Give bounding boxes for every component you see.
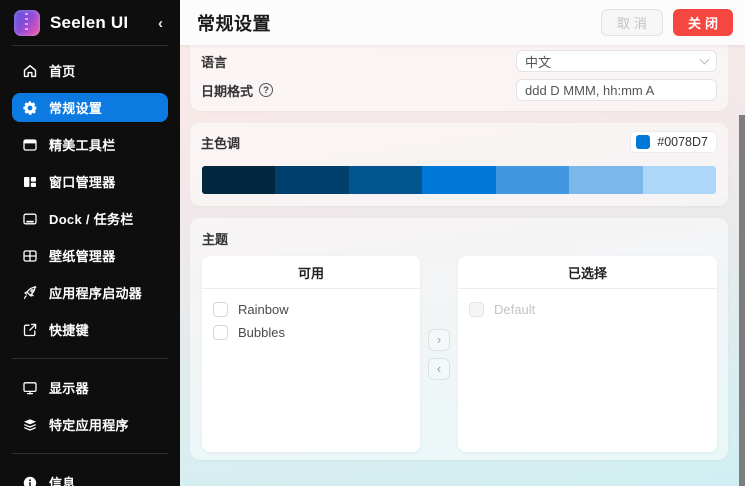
sidebar-item-home[interactable]: 首页 xyxy=(12,56,168,85)
available-panel-title: 可用 xyxy=(202,256,420,289)
date-format-label-text: 日期格式 xyxy=(201,81,253,100)
available-panel-body: Rainbow Bubbles xyxy=(202,289,420,452)
sidebar-item-label: 信息 xyxy=(49,473,76,486)
sidebar-divider xyxy=(12,358,168,359)
palette-swatch[interactable] xyxy=(349,166,422,194)
sidebar-divider xyxy=(12,453,168,454)
language-select[interactable]: 中文 xyxy=(516,50,717,72)
sidebar-item-general-settings[interactable]: 常规设置 xyxy=(12,93,168,122)
date-format-value: ddd D MMM, hh:mm A xyxy=(525,83,708,98)
sidebar-item-label: 常规设置 xyxy=(49,98,102,117)
sidebar-item-information[interactable]: 信息 xyxy=(12,468,168,486)
sidebar-item-label: 应用程序启动器 xyxy=(49,283,142,302)
accent-color-swatch xyxy=(636,135,650,149)
theme-item-label: Bubbles xyxy=(238,325,285,340)
theme-item-label: Rainbow xyxy=(238,302,289,317)
language-selected-value: 中文 xyxy=(525,52,701,71)
help-icon[interactable]: ? xyxy=(259,83,273,97)
sidebar-item-shortcuts[interactable]: 快捷键 xyxy=(12,315,168,344)
palette-swatch[interactable] xyxy=(422,166,495,194)
selected-themes-panel: 已选择 Default xyxy=(458,256,717,452)
theme-item-label: Default xyxy=(494,302,535,317)
checkbox-icon xyxy=(469,302,484,317)
date-format-label: 日期格式 ? xyxy=(201,81,516,100)
sidebar-item-label: 快捷键 xyxy=(49,320,89,339)
palette-swatch[interactable] xyxy=(275,166,348,194)
transfer-buttons: › ‹ xyxy=(420,256,458,452)
theme-item-rainbow[interactable]: Rainbow xyxy=(213,298,409,320)
sidebar-item-monitors[interactable]: 显示器 xyxy=(12,373,168,402)
accent-color-label: 主色调 xyxy=(201,133,630,152)
monitor-icon xyxy=(22,380,38,396)
sidebar-divider xyxy=(12,45,168,46)
move-left-button[interactable]: ‹ xyxy=(428,358,450,380)
sidebar-header: Seelen UI ‹ xyxy=(12,10,168,36)
seelen-logo-icon xyxy=(14,10,40,36)
accent-color-group: 主色调 #0078D7 xyxy=(190,123,728,206)
sidebar-nav: 首页 常规设置 精美工具栏 窗口管理器 xyxy=(12,56,168,486)
accent-palette-bar xyxy=(202,166,716,194)
shortcut-icon xyxy=(22,322,38,338)
selected-panel-title: 已选择 xyxy=(458,256,717,289)
sidebar: Seelen UI ‹ 首页 常规设置 精美工具栏 xyxy=(0,0,180,486)
language-label: 语言 xyxy=(201,52,516,71)
available-themes-panel: 可用 Rainbow Bubbles xyxy=(202,256,420,452)
toolbar-icon xyxy=(22,137,38,153)
sidebar-item-label: 窗口管理器 xyxy=(49,172,116,191)
sidebar-item-label: 特定应用程序 xyxy=(49,415,129,434)
wallpaper-icon xyxy=(22,248,38,264)
sidebar-item-toolbar[interactable]: 精美工具栏 xyxy=(12,130,168,159)
collapse-sidebar-icon[interactable]: ‹ xyxy=(155,15,166,32)
sidebar-item-app-specific[interactable]: 特定应用程序 xyxy=(12,410,168,439)
theme-label: 主题 xyxy=(202,229,717,249)
close-button[interactable]: 关闭 xyxy=(673,9,733,36)
sidebar-item-label: 首页 xyxy=(49,61,76,80)
palette-swatch[interactable] xyxy=(202,166,275,194)
sidebar-item-label: 显示器 xyxy=(49,378,89,397)
accent-color-hex: #0078D7 xyxy=(657,135,708,149)
cancel-button[interactable]: 取消 xyxy=(601,9,663,36)
sidebar-item-dock-taskbar[interactable]: Dock / 任务栏 xyxy=(12,204,168,233)
main-area: 常规设置 取消 关闭 语言 中文 日期格式 ? xyxy=(180,0,745,486)
general-settings-group: 语言 中文 日期格式 ? ddd D MMM, hh:mm A xyxy=(190,45,728,111)
theme-item-bubbles[interactable]: Bubbles xyxy=(213,321,409,343)
palette-swatch[interactable] xyxy=(569,166,642,194)
seelen-ui-window: Seelen UI ‹ 首页 常规设置 精美工具栏 xyxy=(0,0,745,486)
language-row: 语言 中文 xyxy=(201,50,717,72)
selected-panel-body: Default xyxy=(458,289,717,452)
checkbox-icon[interactable] xyxy=(213,302,228,317)
dock-icon xyxy=(22,211,38,227)
theme-transfer: 可用 Rainbow Bubbles xyxy=(201,256,717,452)
page-title: 常规设置 xyxy=(197,10,601,36)
rocket-icon xyxy=(22,285,38,301)
page-header: 常规设置 取消 关闭 xyxy=(180,0,745,45)
sidebar-item-window-manager[interactable]: 窗口管理器 xyxy=(12,167,168,196)
checkbox-icon[interactable] xyxy=(213,325,228,340)
accent-color-row: 主色调 #0078D7 xyxy=(201,131,717,153)
home-icon xyxy=(22,63,38,79)
layers-icon xyxy=(22,417,38,433)
palette-swatch[interactable] xyxy=(643,166,716,194)
gear-icon xyxy=(22,100,38,116)
vertical-scrollbar[interactable] xyxy=(739,115,745,486)
accent-color-picker[interactable]: #0078D7 xyxy=(630,131,717,153)
sidebar-item-label: 精美工具栏 xyxy=(49,135,116,154)
info-icon xyxy=(22,475,38,486)
app-title: Seelen UI xyxy=(50,13,155,33)
palette-swatch[interactable] xyxy=(496,166,569,194)
settings-content: 语言 中文 日期格式 ? ddd D MMM, hh:mm A xyxy=(180,45,745,486)
theme-group: 主题 可用 Rainbow Bubbles xyxy=(190,218,728,460)
sidebar-item-label: Dock / 任务栏 xyxy=(49,209,134,228)
move-right-button[interactable]: › xyxy=(428,329,450,351)
sidebar-item-app-launcher[interactable]: 应用程序启动器 xyxy=(12,278,168,307)
theme-item-default: Default xyxy=(469,298,706,320)
sidebar-item-label: 壁纸管理器 xyxy=(49,246,116,265)
date-format-row: 日期格式 ? ddd D MMM, hh:mm A xyxy=(201,79,717,101)
chevron-down-icon xyxy=(700,54,710,64)
sidebar-item-wallpaper-manager[interactable]: 壁纸管理器 xyxy=(12,241,168,270)
window-manager-icon xyxy=(22,174,38,190)
date-format-input[interactable]: ddd D MMM, hh:mm A xyxy=(516,79,717,101)
